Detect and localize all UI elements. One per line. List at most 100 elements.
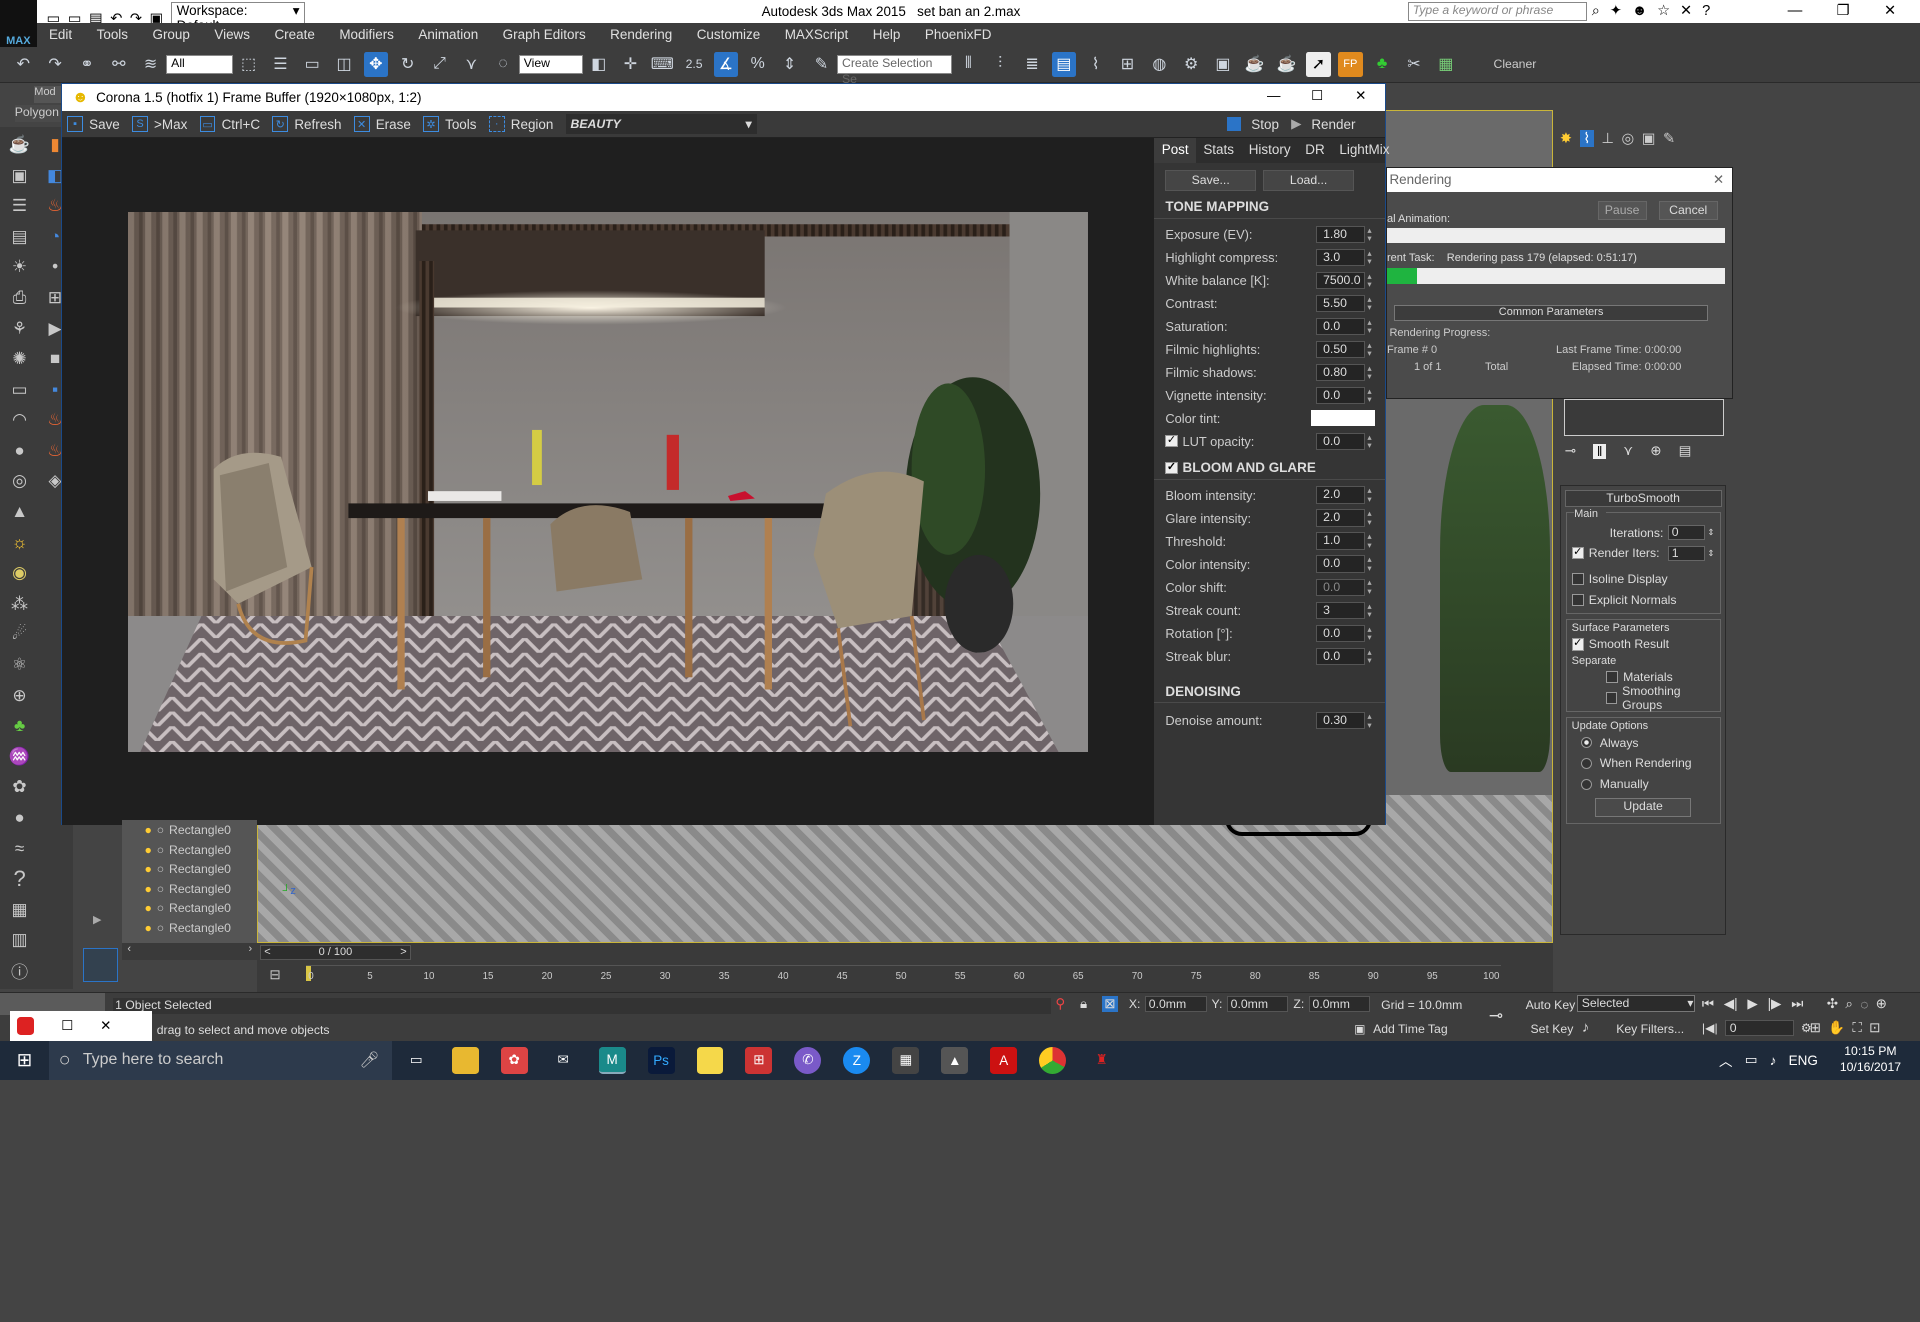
shape-icon[interactable]: ◠ bbox=[6, 406, 33, 433]
unlink-icon[interactable]: ⚯ bbox=[107, 52, 131, 76]
bloom-glare-checkbox[interactable]: ✓ bbox=[1165, 461, 1178, 474]
field-of-view-icon[interactable]: ⊕ bbox=[1876, 996, 1887, 1012]
display-panel-icon[interactable]: ▣ bbox=[1642, 130, 1656, 147]
rendered-frame-icon[interactable]: ▣ bbox=[1211, 52, 1235, 76]
pin-stack-icon[interactable]: ⊸ bbox=[1565, 443, 1576, 459]
globe-icon[interactable]: ⊕ bbox=[6, 682, 33, 709]
visibility-icon[interactable]: ○ bbox=[157, 862, 164, 876]
color-intensity-field[interactable]: 0.0 bbox=[1316, 555, 1365, 573]
menu-animation[interactable]: Animation bbox=[406, 23, 490, 46]
tab-post[interactable]: Post bbox=[1154, 138, 1196, 163]
tools-icon[interactable]: ✦ bbox=[1610, 2, 1622, 19]
help-icon[interactable]: ? bbox=[1702, 3, 1710, 19]
menu-customize[interactable]: Customize bbox=[684, 23, 772, 46]
office-icon[interactable]: ⊞ bbox=[745, 1046, 773, 1074]
fb-minimize-button[interactable]: — bbox=[1267, 88, 1280, 103]
key-mode-icon[interactable]: ⊸ bbox=[1489, 1005, 1503, 1026]
zoom-extents-icon[interactable]: ⊞ bbox=[1810, 1020, 1821, 1036]
lightbulb-icon[interactable]: ● bbox=[144, 901, 151, 915]
chevron-right-icon[interactable]: > bbox=[400, 946, 406, 959]
fb-maximize-button[interactable]: ☐ bbox=[1311, 88, 1323, 104]
plant-icon[interactable]: ♣ bbox=[6, 712, 33, 739]
reference-coord-dropdown[interactable]: View bbox=[519, 55, 583, 74]
angle-snap-icon[interactable]: ∡ bbox=[713, 52, 739, 77]
spinner-icon[interactable]: ▴ ▾ bbox=[1367, 647, 1377, 665]
align-icon[interactable]: ⫶ bbox=[988, 52, 1012, 76]
spacewarp-icon[interactable]: ✺ bbox=[6, 345, 33, 372]
spreadsheet-icon[interactable]: ▦ bbox=[1434, 52, 1458, 76]
configure-sets-icon[interactable]: ▤ bbox=[1679, 443, 1692, 459]
display-icon[interactable]: ▣ bbox=[6, 162, 33, 189]
camera-icon[interactable]: ⎙ bbox=[6, 284, 33, 311]
spinner-icon[interactable]: ▴ ▾ bbox=[1367, 509, 1377, 526]
track-bar[interactable]: 0 5 10 15 20 25 30 35 40 45 50 55 60 65 70 75 80 85 90 95 10… bbox=[306, 964, 1502, 989]
key-filter-icon[interactable]: ♪ bbox=[1582, 1020, 1589, 1036]
bind-space-warp-icon[interactable]: ≋ bbox=[138, 52, 162, 76]
x-icon[interactable]: ✕ bbox=[1680, 2, 1692, 19]
minimized-window[interactable]: ☐ ✕ bbox=[9, 1011, 152, 1041]
box-icon[interactable]: ▭ bbox=[6, 376, 33, 403]
maximize-viewport-icon[interactable]: ⊡ bbox=[1869, 1020, 1880, 1036]
menu-group[interactable]: Group bbox=[140, 23, 202, 46]
teapot-icon[interactable]: ☕ bbox=[6, 131, 33, 158]
list-item[interactable]: ● ○ Rectangle0 bbox=[122, 899, 257, 919]
contrast-field[interactable]: 5.50 bbox=[1316, 294, 1365, 312]
list-item[interactable]: ● ○ Rectangle0 bbox=[122, 918, 257, 938]
fb-erase-button[interactable]: ✕ Erase bbox=[353, 116, 411, 133]
explicit-normals-checkbox[interactable] bbox=[1571, 593, 1584, 606]
menu-tools[interactable]: Tools bbox=[84, 23, 140, 46]
absolute-mode-icon[interactable]: ⊠ bbox=[1101, 996, 1118, 1013]
list-item[interactable]: ● ○ Rectangle0 bbox=[122, 860, 257, 880]
menu-edit[interactable]: Edit bbox=[37, 23, 85, 46]
key-mode-toggle-icon[interactable]: |◀| bbox=[1702, 1021, 1718, 1035]
acrobat-icon[interactable]: A bbox=[990, 1046, 1018, 1074]
always-radio[interactable] bbox=[1581, 737, 1593, 749]
photos-icon[interactable]: ▲ bbox=[941, 1046, 969, 1074]
forest-pack-icon[interactable]: FP bbox=[1338, 52, 1363, 77]
lightbulb-icon[interactable]: ● bbox=[144, 921, 151, 935]
key-selection-dropdown[interactable]: Selected ▾ bbox=[1577, 995, 1695, 1013]
lightbulb-icon[interactable]: ● bbox=[144, 882, 151, 896]
app-logo[interactable]: MAX bbox=[0, 0, 37, 47]
select-object-icon[interactable]: ⬚ bbox=[236, 52, 260, 76]
materials-checkbox[interactable] bbox=[1605, 671, 1619, 684]
info-icon[interactable]: ⓘ bbox=[6, 957, 33, 984]
list-icon[interactable]: ☰ bbox=[6, 192, 33, 219]
spinner-icon[interactable]: ▴ ▾ bbox=[1367, 624, 1377, 642]
list-item[interactable]: ● ○ Rectangle0 bbox=[122, 879, 257, 899]
spinner-icon[interactable]: ▴ ▾ bbox=[1367, 248, 1377, 266]
rigging-icon[interactable]: ⚛ bbox=[6, 651, 33, 678]
current-frame-field[interactable]: 0 bbox=[1725, 1019, 1794, 1036]
next-frame-icon[interactable]: |▶ bbox=[1768, 996, 1782, 1012]
fb-region-button[interactable]: · Region bbox=[488, 116, 553, 133]
script-icon[interactable]: ▥ bbox=[6, 926, 33, 953]
vignette-field[interactable]: 0.0 bbox=[1316, 386, 1365, 404]
spinner-icon[interactable]: ▴ ▾ bbox=[1367, 386, 1377, 404]
curve-editor-icon[interactable]: ⌇ bbox=[1083, 52, 1107, 76]
color-shift-field[interactable]: 0.0 bbox=[1316, 578, 1365, 596]
chevron-left-icon[interactable]: < bbox=[264, 946, 270, 959]
pivot-icon[interactable]: ◧ bbox=[586, 52, 610, 76]
hierarchy-panel-icon[interactable]: ⊥ bbox=[1601, 130, 1614, 147]
chevron-right-icon[interactable]: › bbox=[249, 943, 253, 960]
star-icon[interactable]: ☆ bbox=[1657, 2, 1670, 19]
show-end-result-icon[interactable]: ‖ bbox=[1593, 443, 1607, 459]
zoom-all-icon[interactable]: ⌕ bbox=[1845, 996, 1853, 1012]
3dsmax-icon[interactable]: M bbox=[598, 1046, 626, 1074]
smooth-result-checkbox[interactable]: ✓ bbox=[1571, 638, 1584, 651]
highlight-compress-field[interactable]: 3.0 bbox=[1316, 248, 1365, 266]
spinner-icon[interactable]: ▴ ▾ bbox=[1367, 601, 1377, 619]
z-coord-field[interactable]: 0.0mm bbox=[1309, 996, 1371, 1013]
dynamics-icon[interactable]: ☄ bbox=[6, 621, 33, 648]
fb-save-button[interactable]: ▪ Save bbox=[67, 116, 120, 133]
mirror-icon[interactable]: ⫴ bbox=[956, 52, 980, 76]
spinner-icon[interactable]: ▴ ▾ bbox=[1367, 432, 1377, 450]
selection-filter-dropdown[interactable]: All bbox=[166, 55, 233, 74]
spinner-icon[interactable]: ▴ ▾ bbox=[1367, 486, 1377, 503]
set-key-button[interactable]: Set Key bbox=[1531, 1022, 1574, 1036]
railclone-icon[interactable]: ♣ bbox=[1370, 52, 1394, 76]
filmic-highlights-field[interactable]: 0.50 bbox=[1316, 340, 1365, 358]
create-panel-icon[interactable]: ✸ bbox=[1560, 130, 1572, 147]
paint-icon[interactable]: ✿ bbox=[500, 1046, 528, 1074]
iterations-field[interactable]: 0 bbox=[1668, 525, 1705, 540]
